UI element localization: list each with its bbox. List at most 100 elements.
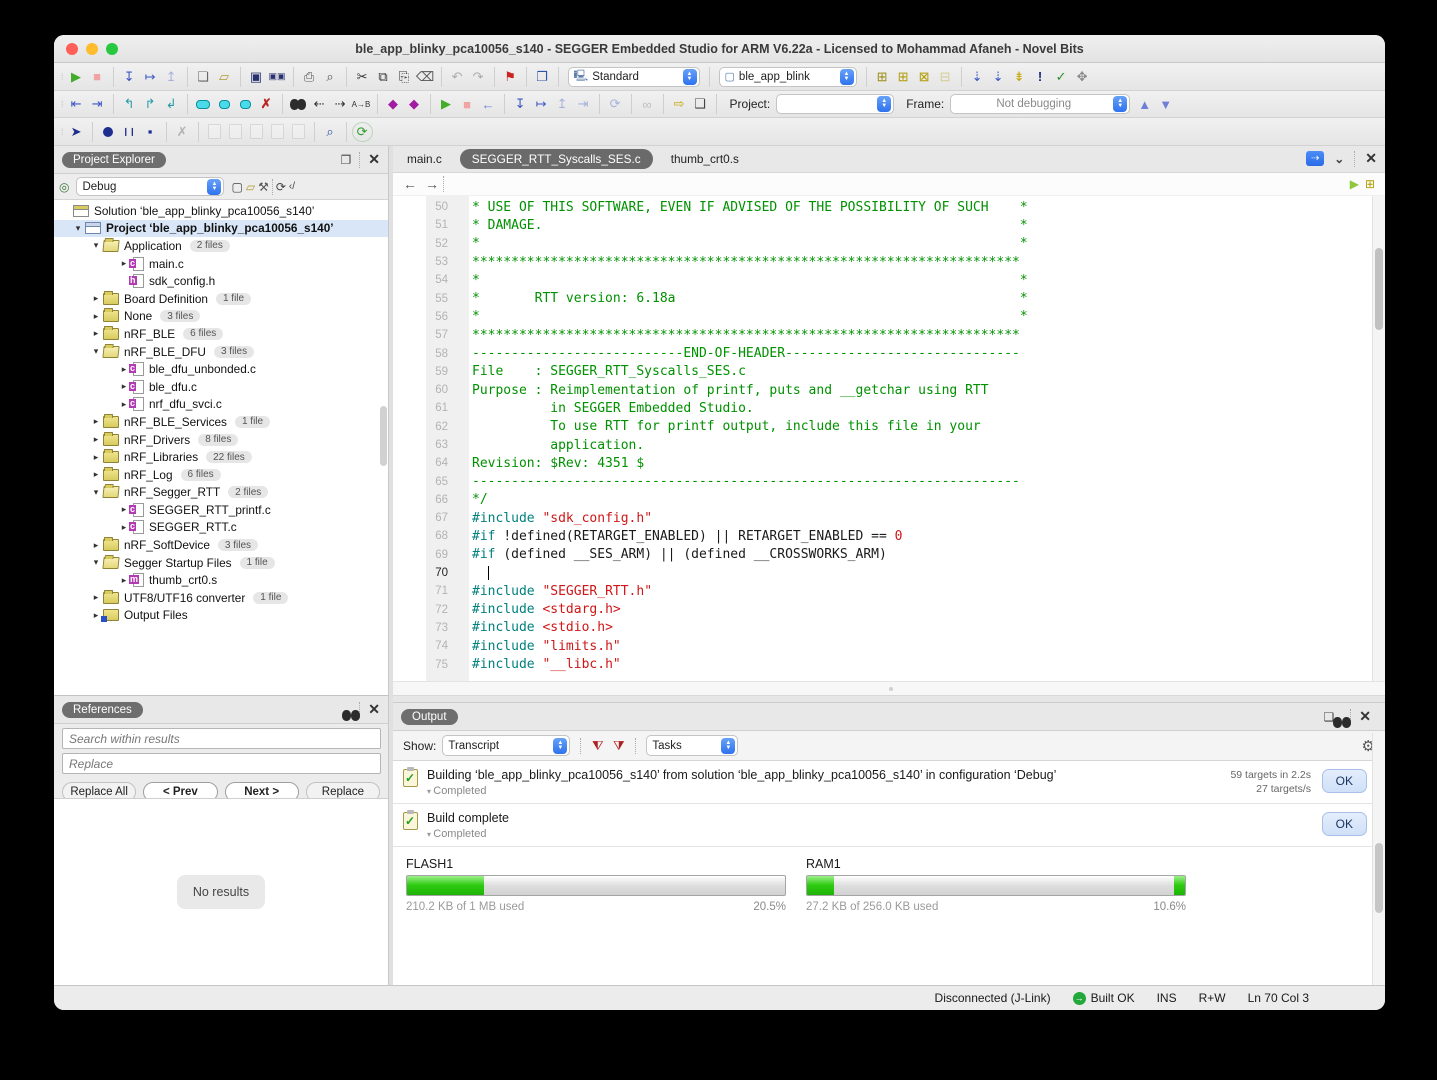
tree-item[interactable]: ▾Application2 files <box>54 237 388 255</box>
code-line[interactable]: 60Purpose : Reimplementation of printf, … <box>393 381 1371 399</box>
config-dropdown[interactable]: Debug ▲▼ <box>76 177 224 196</box>
uncomment-icon[interactable] <box>140 94 161 114</box>
comment-icon[interactable] <box>119 94 140 114</box>
code-line[interactable]: 68#if !defined(RETARGET_ENABLED) || RETA… <box>393 527 1371 545</box>
select-block-icon[interactable] <box>193 94 214 114</box>
delete-button[interactable] <box>415 67 436 87</box>
active-project-dropdown[interactable]: ble_app_blink ▲▼ <box>719 67 857 87</box>
disclosure-closed-icon[interactable]: ▸ <box>90 592 102 603</box>
code-line[interactable]: 57**************************************… <box>393 326 1371 344</box>
undo-button[interactable] <box>447 67 468 87</box>
tree-item[interactable]: ▾nRF_BLE_DFU3 files <box>54 343 388 361</box>
clear-selection-icon[interactable] <box>256 94 277 114</box>
code-line[interactable]: 58---------------------------END-OF-HEAD… <box>393 344 1371 362</box>
cursor-position[interactable]: Ln 70 Col 3 <box>1248 991 1309 1005</box>
jump-to-location-icon[interactable] <box>1306 151 1324 166</box>
code-line[interactable]: 61 in SEGGER Embedded Studio. <box>393 399 1371 417</box>
find-next-icon[interactable] <box>330 94 351 114</box>
float-panel-icon[interactable] <box>341 153 352 167</box>
build-marker-icon[interactable] <box>1365 177 1375 191</box>
tree-item[interactable]: ▸Board Definition1 file <box>54 290 388 308</box>
tree-item[interactable]: ▸SEGGER_RTT_printf.c <box>54 501 388 519</box>
paste-button[interactable] <box>394 67 415 87</box>
save-button[interactable] <box>246 67 267 87</box>
shift-selection-right-icon[interactable] <box>235 94 256 114</box>
navigate-back-icon[interactable] <box>403 176 417 192</box>
tree-item[interactable]: ▾nRF_Segger_RTT2 files <box>54 484 388 502</box>
project-dropdown[interactable]: ▲▼ <box>776 94 894 114</box>
code-view-icon[interactable] <box>289 181 295 192</box>
code-line[interactable]: 51* DAMAGE.* <box>393 216 1371 234</box>
filter-warnings-icon[interactable] <box>608 736 629 756</box>
debug-run-to-cursor-icon[interactable] <box>573 94 594 114</box>
next-bookmark-icon[interactable] <box>404 94 425 114</box>
disclosure-open-icon[interactable]: ▾ <box>90 487 102 498</box>
prev-error-icon[interactable] <box>988 67 1009 87</box>
code-line[interactable]: 62 To use RTT for printf output, include… <box>393 418 1371 436</box>
goto-error-icon[interactable] <box>1009 67 1030 87</box>
code-line[interactable]: 71#include "SEGGER_RTT.h" <box>393 582 1371 600</box>
tree-item[interactable]: sdk_config.h <box>54 272 388 290</box>
toggle-breakpoint-icon[interactable] <box>66 122 87 142</box>
code-line[interactable]: 74#include "limits.h" <box>393 637 1371 655</box>
vcs-show-changes-icon[interactable] <box>320 122 341 142</box>
tree-item[interactable]: Solution ‘ble_app_blinky_pca10056_s140’ <box>54 202 388 220</box>
tree-item[interactable]: ▸nRF_Libraries22 files <box>54 448 388 466</box>
step-over-icon[interactable] <box>140 67 161 87</box>
cascade-windows-icon[interactable] <box>532 67 553 87</box>
indent-icon[interactable] <box>87 94 108 114</box>
unindent-icon[interactable] <box>66 94 87 114</box>
disclosure-open-icon[interactable]: ▾ <box>90 346 102 357</box>
code-line[interactable]: 69#if (defined __SES_ARM) || (defined __… <box>393 546 1371 564</box>
verify-icon[interactable] <box>1051 67 1072 87</box>
debug-stop-button[interactable] <box>457 94 478 114</box>
show-errors-icon[interactable] <box>1030 67 1051 87</box>
print-preview-button[interactable] <box>320 67 341 87</box>
cancel-build-icon[interactable] <box>935 67 956 87</box>
connection-status[interactable]: Disconnected (J-Link) <box>935 991 1051 1005</box>
tree-item[interactable]: ▸nrf_dfu_svci.c <box>54 396 388 414</box>
search-input[interactable] <box>62 728 381 749</box>
tree-item[interactable]: ▸thumb_crt0.s <box>54 571 388 589</box>
toggle-comment-icon[interactable] <box>161 94 182 114</box>
debug-restart-icon[interactable] <box>478 94 499 114</box>
close-icon[interactable] <box>368 151 380 168</box>
tab-SEGGER_RTT_Syscalls_SES.c[interactable]: SEGGER_RTT_Syscalls_SES.c <box>460 149 653 169</box>
code-line[interactable]: 54** <box>393 271 1371 289</box>
code-line[interactable]: 59File : SEGGER_RTT_Syscalls_SES.c <box>393 363 1371 381</box>
next-error-icon[interactable] <box>967 67 988 87</box>
insert-mode-indicator[interactable]: INS <box>1157 991 1177 1005</box>
transcript-dropdown[interactable]: Transcript ▲▼ <box>442 735 570 756</box>
disable-breakpoints-icon[interactable] <box>119 122 140 142</box>
show-execution-icon[interactable] <box>637 94 658 114</box>
frame-down-icon[interactable] <box>1155 94 1176 114</box>
readwrite-indicator[interactable]: R+W <box>1199 991 1226 1005</box>
code-line[interactable]: 66*/ <box>393 491 1371 509</box>
disclosure-closed-icon[interactable]: ▸ <box>90 452 102 463</box>
refresh-icon[interactable] <box>352 122 373 142</box>
code-line[interactable]: 64Revision: $Rev: 4351 $ <box>393 454 1371 472</box>
step-into-icon[interactable] <box>119 67 140 87</box>
code-area[interactable]: 50* USE OF THIS SOFTWARE, EVEN IF ADVISE… <box>393 198 1371 674</box>
vcs-update-icon[interactable] <box>204 122 225 142</box>
editor-horizontal-scrollbar[interactable] <box>393 681 1385 695</box>
frame-dropdown[interactable]: Not debugging ▲▼ <box>950 94 1130 114</box>
save-all-button[interactable] <box>267 67 288 87</box>
tree-item[interactable]: ▸nRF_SoftDevice3 files <box>54 536 388 554</box>
disclosure-closed-icon[interactable]: ▸ <box>90 311 102 322</box>
code-line[interactable]: 75#include "__libc.h" <box>393 655 1371 673</box>
tree-item[interactable]: ▸Output Files <box>54 607 388 625</box>
chevron-down-icon[interactable] <box>1334 152 1344 166</box>
code-line[interactable]: 67#include "sdk_config.h" <box>393 509 1371 527</box>
close-icon[interactable] <box>1365 150 1377 167</box>
open-file-button[interactable] <box>214 67 235 87</box>
navigate-forward-icon[interactable] <box>425 176 439 192</box>
disclosure-closed-icon[interactable]: ▸ <box>90 293 102 304</box>
tree-item[interactable]: ▸nRF_BLE6 files <box>54 325 388 343</box>
replace-icon[interactable] <box>351 94 372 114</box>
run-marker-icon[interactable] <box>1350 177 1359 191</box>
tree-item[interactable]: ▸SEGGER_RTT.c <box>54 519 388 537</box>
step-out-icon[interactable] <box>161 67 182 87</box>
debug-go-button[interactable] <box>436 94 457 114</box>
debug-loop-icon[interactable] <box>605 94 626 114</box>
